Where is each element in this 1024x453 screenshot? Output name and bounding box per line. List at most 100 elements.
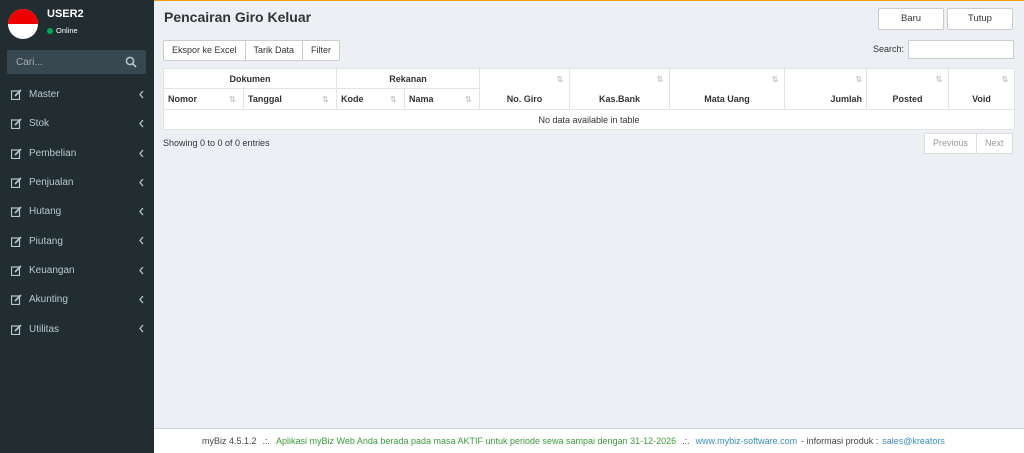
footer: myBiz 4.5.1.2 .:. Aplikasi myBiz Web And… <box>154 428 1024 453</box>
sidebar-item-label: Akunting <box>29 294 68 306</box>
product-info-label: - informasi produk : <box>801 436 879 446</box>
main-content: Pencairan Giro Keluar Baru Tutup Ekspor … <box>154 0 1024 428</box>
column-header-tanggal[interactable]: Tanggal ⇅ <box>242 88 338 110</box>
search-icon[interactable] <box>125 56 137 68</box>
sidebar-item-piutang[interactable]: Piutang <box>0 226 154 255</box>
chevron-left-icon <box>139 119 144 128</box>
sidebar-item-label: Penjualan <box>29 177 74 189</box>
column-header-label: Tanggal <box>248 94 282 104</box>
data-table: Dokumen Rekanan ⇅ No. Giro ⇅ Kas.Bank ⇅ Mat… <box>162 68 1016 130</box>
column-header-kas-bank[interactable]: ⇅ Kas.Bank <box>569 68 671 110</box>
edit-icon <box>11 89 22 101</box>
tarik-data-button[interactable]: Tarik Data <box>244 40 304 61</box>
sort-icon: ⇅ <box>771 75 779 84</box>
sort-icon: ⇅ <box>855 75 862 84</box>
sidebar-item-pembelian[interactable]: Pembelian <box>0 139 154 168</box>
chevron-left-icon <box>139 324 144 333</box>
sort-icon: ⇅ <box>229 95 236 104</box>
column-header-nama[interactable]: Nama ⇅ <box>404 88 481 110</box>
next-page-button[interactable]: Next <box>976 133 1013 154</box>
sidebar-item-stok[interactable]: Stok <box>0 109 154 138</box>
table-toolbar: Ekspor ke Excel Tarik Data Filter <box>163 40 341 61</box>
edit-icon <box>11 177 22 189</box>
column-header-posted[interactable]: ⇅ Posted <box>866 68 950 110</box>
table-info: Showing 0 to 0 of 0 entries <box>163 138 270 148</box>
sort-icon: ⇅ <box>935 75 943 84</box>
chevron-left-icon <box>139 90 144 99</box>
edit-icon <box>11 148 22 159</box>
pagination: Previous Next <box>924 133 1013 154</box>
sidebar-item-keuangan[interactable]: Keuangan <box>0 256 154 285</box>
sort-icon: ⇅ <box>1001 75 1009 84</box>
edit-icon <box>11 206 22 218</box>
column-header-label: Kode <box>341 94 364 104</box>
footer-separator: .:. <box>262 436 271 446</box>
chevron-left-icon <box>139 295 144 304</box>
empty-table-message: No data available in table <box>162 109 1016 130</box>
sidebar-item-hutang[interactable]: Hutang <box>0 197 154 226</box>
group-header-rekanan: Rekanan <box>336 68 481 89</box>
sidebar-item-label: Piutang <box>29 235 63 247</box>
filter-button[interactable]: Filter <box>302 40 341 61</box>
sidebar-item-label: Stok <box>29 118 50 130</box>
column-header-label: Posted <box>892 94 923 104</box>
column-header-void[interactable]: ⇅ Void <box>948 68 1016 110</box>
sidebar-item-label: Pembelian <box>29 147 77 159</box>
app-version: myBiz 4.5.1.2 <box>202 436 257 446</box>
edit-icon <box>11 118 22 130</box>
tutup-button[interactable]: Tutup <box>947 8 1013 30</box>
sidebar-item-utilitas[interactable]: Utilitas <box>0 314 154 343</box>
website-link[interactable]: www.mybiz-software.com <box>696 436 798 446</box>
user-status-text: Online <box>56 26 78 35</box>
online-dot-icon <box>47 27 53 34</box>
footer-separator: .:. <box>682 436 690 446</box>
column-header-label: Nama <box>409 94 434 104</box>
column-header-jumlah[interactable]: ⇅ Jumlah <box>784 68 868 110</box>
column-header-nomor[interactable]: Nomor ⇅ <box>163 88 244 110</box>
table-search-label: Search: <box>873 44 905 54</box>
column-header-label: Mata Uang <box>704 94 750 104</box>
table-search-input[interactable] <box>908 40 1014 59</box>
sidebar-search <box>7 50 146 74</box>
user-panel: USER2 Online <box>0 0 154 44</box>
user-status: Online <box>47 26 78 35</box>
subscription-status: Aplikasi myBiz Web Anda berada pada masa… <box>276 436 677 446</box>
sidebar-menu: Master Stok Pembelian Penjualan Hutang P… <box>0 80 154 344</box>
previous-page-button[interactable]: Previous <box>924 133 978 154</box>
column-header-label: Kas.Bank <box>599 94 641 104</box>
column-header-label: Void <box>972 94 991 104</box>
sidebar-item-label: Utilitas <box>29 323 60 335</box>
avatar-flag-icon <box>8 9 38 39</box>
column-header-mata-uang[interactable]: ⇅ Mata Uang <box>669 68 786 110</box>
sort-icon: ⇅ <box>556 75 564 84</box>
sort-icon: ⇅ <box>656 75 664 84</box>
column-header-label: Nomor <box>168 94 197 104</box>
sidebar-item-label: Master <box>29 89 60 101</box>
chevron-left-icon <box>139 237 144 245</box>
group-header-dokumen: Dokumen <box>162 68 338 89</box>
edit-icon <box>11 236 22 247</box>
sidebar-item-penjualan[interactable]: Penjualan <box>0 168 154 197</box>
email-link[interactable]: sales@kreators <box>882 436 945 446</box>
edit-icon <box>11 294 22 306</box>
sort-icon: ⇅ <box>390 95 397 104</box>
sidebar-item-label: Keuangan <box>29 264 75 276</box>
sidebar: USER2 Online Master Stok Pembelian <box>0 0 154 453</box>
edit-icon <box>11 323 22 335</box>
baru-button[interactable]: Baru <box>878 8 944 30</box>
column-header-label: Jumlah <box>830 94 863 104</box>
chevron-left-icon <box>139 266 144 275</box>
sidebar-item-master[interactable]: Master <box>0 80 154 109</box>
column-header-label: No. Giro <box>506 94 543 104</box>
user-name: USER2 <box>47 8 84 20</box>
export-excel-button[interactable]: Ekspor ke Excel <box>163 40 246 61</box>
sidebar-item-akunting[interactable]: Akunting <box>0 285 154 314</box>
page-title: Pencairan Giro Keluar <box>164 9 312 25</box>
column-header-kode[interactable]: Kode ⇅ <box>336 88 406 110</box>
sort-icon: ⇅ <box>322 95 329 104</box>
column-header-no-giro[interactable]: ⇅ No. Giro <box>479 68 571 110</box>
sidebar-search-input[interactable] <box>7 51 122 73</box>
sort-icon: ⇅ <box>465 95 472 104</box>
sidebar-item-label: Hutang <box>29 206 62 218</box>
chevron-left-icon <box>139 207 144 216</box>
